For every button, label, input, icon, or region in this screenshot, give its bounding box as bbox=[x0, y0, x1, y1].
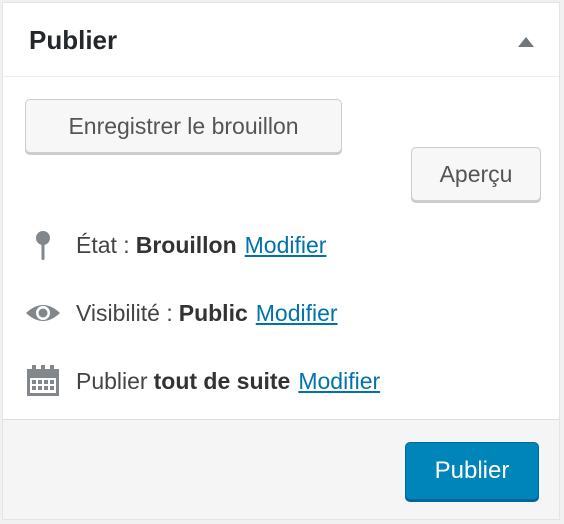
eye-icon bbox=[23, 297, 63, 329]
panel-title: Publier bbox=[29, 25, 118, 55]
publish-panel: Publier Enregistrer le brouillon Aperçu … bbox=[2, 2, 560, 520]
visibility-value: Public bbox=[178, 299, 248, 326]
schedule-row: Publier tout de suite Modifier bbox=[23, 365, 380, 397]
edit-visibility-link[interactable]: Modifier bbox=[256, 300, 338, 327]
edit-schedule-link[interactable]: Modifier bbox=[298, 368, 380, 395]
publish-button[interactable]: Publier bbox=[405, 442, 539, 500]
pin-icon bbox=[23, 229, 63, 261]
schedule-label: Publier bbox=[76, 367, 148, 394]
edit-status-link[interactable]: Modifier bbox=[245, 232, 327, 259]
panel-header: Publier bbox=[3, 3, 559, 77]
schedule-value: tout de suite bbox=[153, 367, 291, 394]
toggle-panel-button[interactable] bbox=[515, 33, 537, 51]
save-draft-button[interactable]: Enregistrer le brouillon bbox=[25, 99, 342, 153]
visibility-row: Visibilité : Public Modifier bbox=[23, 297, 338, 329]
status-value: Brouillon bbox=[135, 231, 237, 258]
triangle-up-icon bbox=[518, 37, 534, 47]
calendar-icon bbox=[23, 365, 63, 397]
panel-footer: Publier bbox=[3, 419, 559, 519]
preview-button[interactable]: Aperçu bbox=[411, 147, 541, 201]
status-label: État : bbox=[76, 231, 130, 258]
status-row: État : Brouillon Modifier bbox=[23, 229, 326, 261]
visibility-label: Visibilité : bbox=[76, 299, 173, 326]
